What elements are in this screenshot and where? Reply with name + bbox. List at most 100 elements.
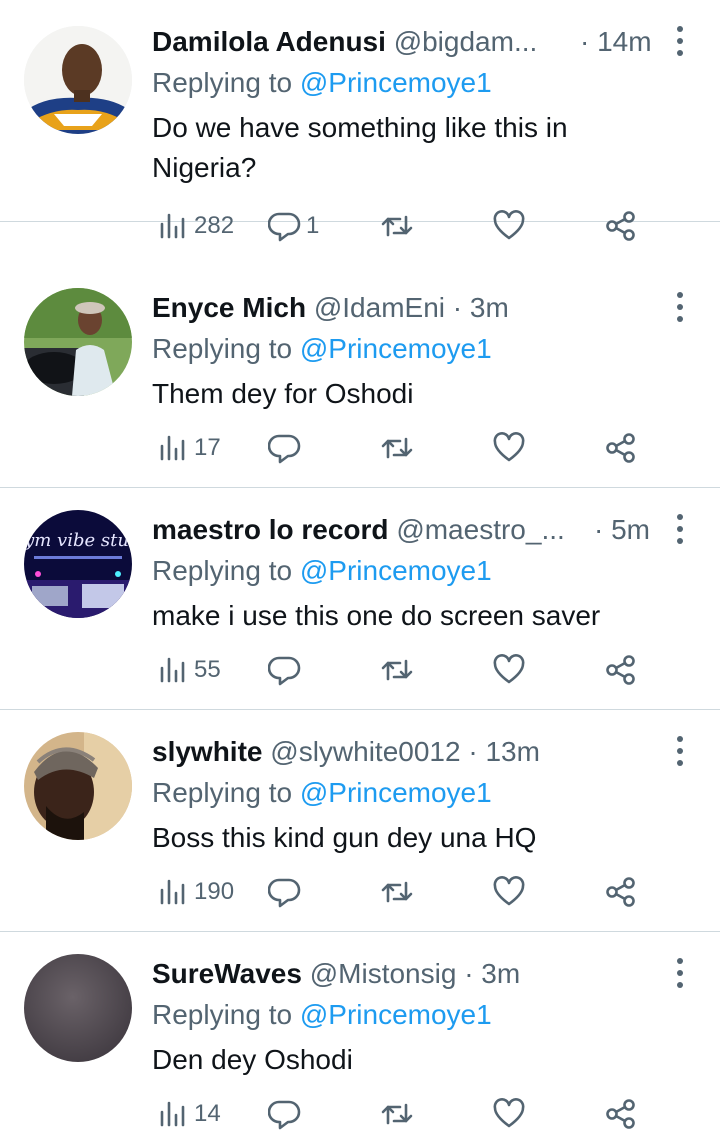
avatar-photo-icon: [24, 288, 132, 396]
speech-bubble-icon: [268, 212, 301, 242]
views-button[interactable]: 14: [156, 1094, 221, 1134]
retweet-arrows-icon: [381, 659, 413, 681]
like-button[interactable]: [492, 872, 526, 912]
replies-feed: Damilola Adenusi @bigdam... · 14m Replyi…: [0, 0, 720, 1144]
views-count: 190: [194, 878, 235, 905]
timestamp[interactable]: 13m: [485, 736, 539, 767]
avatar[interactable]: Rhym vibe studio: [24, 510, 132, 618]
views-button[interactable]: 190: [156, 872, 234, 912]
share-button[interactable]: [604, 872, 638, 912]
replying-to-label: Replying to: [152, 999, 293, 1030]
like-button[interactable]: [492, 1094, 526, 1134]
tweet-actions: 17: [150, 428, 650, 468]
timestamp[interactable]: 5m: [611, 514, 650, 545]
reply-mention-link[interactable]: @Princemoye1: [300, 555, 492, 586]
retweet-arrows-icon: [381, 1103, 413, 1125]
more-options-icon[interactable]: [670, 734, 690, 768]
timestamp[interactable]: 3m: [481, 958, 520, 989]
more-options-icon[interactable]: [670, 512, 690, 546]
speech-bubble-icon: [268, 434, 301, 464]
heart-icon: [493, 210, 525, 240]
user-handle[interactable]: @maestro_...: [396, 514, 564, 545]
tweet-header: slywhite @slywhite0012 · 13m: [152, 732, 662, 772]
replying-to: Replying to @Princemoye1: [152, 996, 492, 1034]
tweet-text: make i use this one do screen saver: [152, 600, 601, 631]
tweet-header: Enyce Mich @IdamEni · 3m: [152, 288, 662, 328]
replying-to-label: Replying to: [152, 67, 293, 98]
reply-mention-link[interactable]: @Princemoye1: [300, 333, 492, 364]
display-name[interactable]: slywhite: [152, 736, 262, 767]
replying-to: Replying to @Princemoye1: [152, 774, 492, 812]
tweet-card[interactable]: Enyce Mich @IdamEni · 3m Replying to @Pr…: [0, 266, 720, 488]
views-count: 55: [194, 656, 221, 683]
user-handle[interactable]: @slywhite0012: [270, 736, 460, 767]
like-button[interactable]: [492, 206, 526, 246]
reply-button[interactable]: [268, 650, 306, 690]
share-button[interactable]: [604, 206, 638, 246]
tweet-card[interactable]: Damilola Adenusi @bigdam... · 14m Replyi…: [0, 0, 720, 242]
share-button[interactable]: [604, 650, 638, 690]
share-button[interactable]: [604, 428, 638, 468]
display-name[interactable]: Damilola Adenusi: [152, 26, 386, 57]
reply-button[interactable]: [268, 872, 306, 912]
views-button[interactable]: 282: [156, 206, 234, 246]
views-button[interactable]: 17: [156, 428, 221, 468]
display-name[interactable]: Enyce Mich: [152, 292, 306, 323]
reply-button[interactable]: [268, 428, 306, 468]
views-button[interactable]: 55: [156, 650, 221, 690]
share-nodes-icon: [606, 1099, 635, 1129]
reply-mention-link[interactable]: @Princemoye1: [300, 777, 492, 808]
like-button[interactable]: [492, 650, 526, 690]
tweet-actions: 282 1: [150, 206, 650, 246]
replying-to-label: Replying to: [152, 555, 293, 586]
retweet-button[interactable]: [380, 1094, 414, 1134]
retweet-button[interactable]: [380, 650, 414, 690]
separator-dot: ·: [594, 514, 604, 545]
retweet-arrows-icon: [381, 881, 413, 903]
tweet-text: Do we have something like this in Nigeri…: [152, 112, 568, 183]
user-handle[interactable]: @bigdam...: [394, 26, 538, 57]
avatar-photo-icon: [24, 954, 132, 1062]
tweet-header: SureWaves @Mistonsig · 3m: [152, 954, 662, 994]
tweet-card[interactable]: slywhite @slywhite0012 · 13m Replying to…: [0, 710, 720, 932]
more-options-icon[interactable]: [670, 24, 690, 58]
avatar[interactable]: [24, 288, 132, 396]
replying-to: Replying to @Princemoye1: [152, 552, 492, 590]
display-name[interactable]: maestro lo record: [152, 514, 389, 545]
retweet-button[interactable]: [380, 872, 414, 912]
tweet-actions: 190: [150, 872, 650, 912]
display-name[interactable]: SureWaves: [152, 958, 302, 989]
more-options-icon[interactable]: [670, 956, 690, 990]
tweet-actions: 55: [150, 650, 650, 690]
reply-button[interactable]: [268, 1094, 306, 1134]
retweet-button[interactable]: [380, 206, 414, 246]
avatar[interactable]: [24, 732, 132, 840]
tweet-card[interactable]: SureWaves @Mistonsig · 3m Replying to @P…: [0, 932, 720, 1144]
tweet-header: maestro lo record @maestro_...: [152, 510, 662, 550]
avatar[interactable]: [24, 954, 132, 1062]
share-nodes-icon: [606, 877, 635, 907]
user-handle[interactable]: @IdamEni: [314, 292, 445, 323]
timestamp[interactable]: 3m: [470, 292, 509, 323]
views-count: 282: [194, 212, 235, 239]
tweet-card[interactable]: Rhym vibe studio maestro lo record @maes…: [0, 488, 720, 710]
avatar[interactable]: [24, 26, 132, 134]
reply-button[interactable]: 1: [268, 206, 319, 246]
like-button[interactable]: [492, 428, 526, 468]
retweet-arrows-icon: [381, 437, 413, 459]
reply-mention-link[interactable]: @Princemoye1: [300, 999, 492, 1030]
reply-mention-link[interactable]: @Princemoye1: [300, 67, 492, 98]
speech-bubble-icon: [268, 656, 301, 686]
bar-chart-icon: [160, 657, 185, 683]
user-handle[interactable]: @Mistonsig: [310, 958, 457, 989]
tweet-text: Den dey Oshodi: [152, 1044, 353, 1075]
timestamp[interactable]: 14m: [597, 26, 651, 57]
heart-icon: [493, 876, 525, 906]
views-count: 14: [194, 1100, 221, 1127]
tweet-time: · 14m: [580, 22, 652, 62]
retweet-arrows-icon: [381, 215, 413, 237]
more-options-icon[interactable]: [670, 290, 690, 324]
share-button[interactable]: [604, 1094, 638, 1134]
retweet-button[interactable]: [380, 428, 414, 468]
separator-dot: ·: [452, 292, 463, 323]
